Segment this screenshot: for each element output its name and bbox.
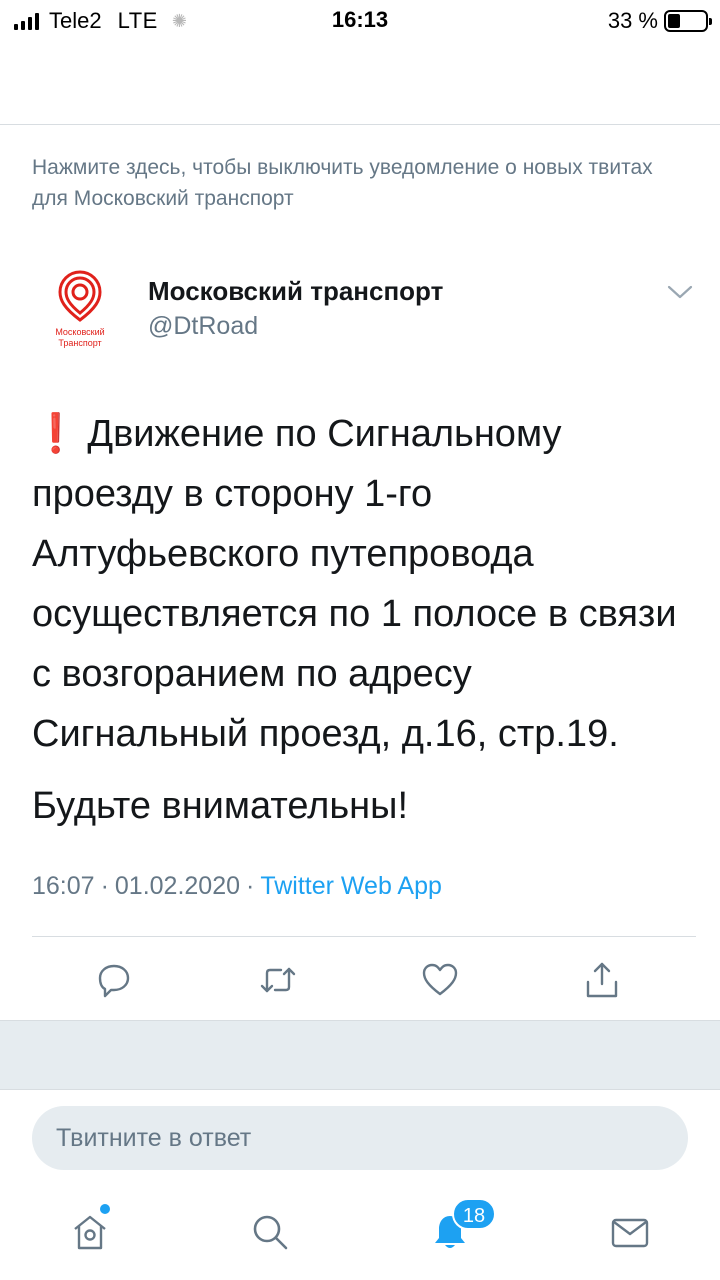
tweet-body-main: Движение по Сигнальному проезду в сторон… — [32, 413, 677, 755]
tab-bar — [0, 1186, 720, 1280]
author-handle[interactable]: @DtRoad — [148, 312, 258, 341]
share-icon[interactable] — [582, 960, 622, 1000]
avatar-text-line2: Транспорт — [58, 338, 101, 348]
tweet-meta: 16:07 · 01.02.2020 · Twitter Web App — [32, 872, 442, 901]
status-bar: Tele2 LTE ✺ 16:13 33 % — [0, 0, 720, 40]
author-name[interactable]: Московский транспорт — [148, 276, 443, 307]
reply-icon[interactable] — [94, 960, 134, 1000]
meta-divider — [32, 936, 696, 937]
like-icon[interactable] — [420, 960, 460, 1000]
tweet-actions — [0, 956, 720, 1006]
search-icon[interactable] — [250, 1212, 290, 1252]
chevron-down-icon[interactable] — [666, 282, 694, 302]
tweet-text: ❗ Движение по Сигнальному проезду в сторо… — [32, 404, 692, 836]
avatar[interactable]: Московский Транспорт — [34, 264, 126, 356]
home-unread-dot — [100, 1204, 110, 1214]
retweet-icon[interactable] — [258, 960, 298, 1000]
exclamation-emoji: ❗ — [32, 413, 80, 455]
header-divider — [0, 124, 720, 125]
meta-separator: · — [100, 872, 109, 900]
notifications-badge: 18 — [452, 1198, 496, 1230]
tweet-body-second: Будьте внимательны! — [32, 785, 409, 827]
battery-percent: 33 % — [607, 8, 658, 33]
home-icon[interactable] — [70, 1212, 110, 1252]
tweet-source-link[interactable]: Twitter Web App — [260, 872, 442, 901]
battery-icon — [664, 10, 712, 32]
section-separator — [0, 1020, 720, 1090]
tweet-date: 01.02.2020 — [114, 872, 241, 900]
reply-input[interactable]: Твитните в ответ — [32, 1106, 688, 1170]
messages-icon[interactable] — [610, 1212, 650, 1252]
meta-separator: · — [246, 872, 255, 900]
notification-notice[interactable]: Нажмите здесь, чтобы выключить уведомлен… — [32, 152, 672, 214]
avatar-text-line1: Московский — [55, 327, 104, 337]
tweet-time: 16:07 — [32, 872, 95, 900]
